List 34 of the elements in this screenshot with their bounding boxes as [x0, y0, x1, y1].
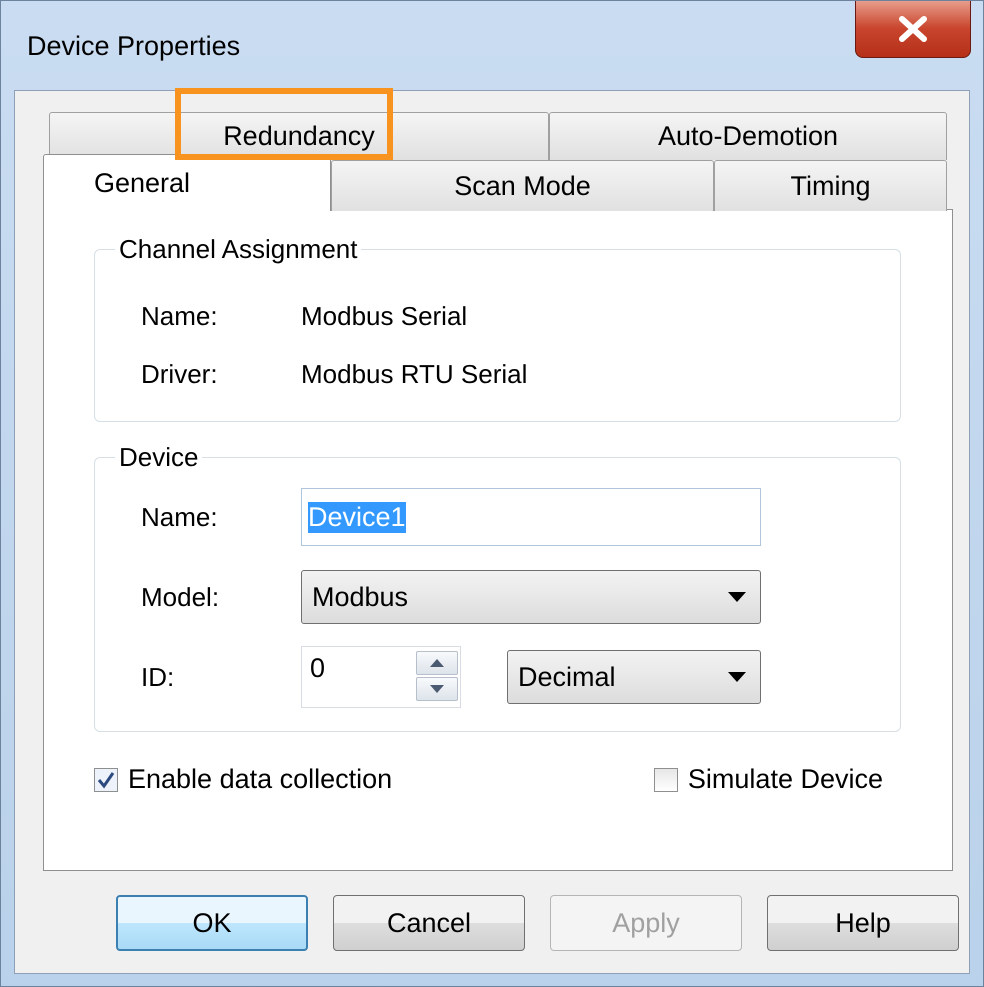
- field-label: Name:: [141, 502, 219, 532]
- dialog-button[interactable]: Help: [767, 895, 959, 951]
- spin-down-button[interactable]: [416, 677, 458, 701]
- group-title: Channel Assignment: [118, 234, 358, 265]
- dialog-button[interactable]: Cancel: [333, 895, 525, 951]
- field-label: ID:: [141, 662, 176, 692]
- close-button[interactable]: [855, 1, 971, 58]
- checkbox-option[interactable]: Simulate Device: [654, 764, 883, 795]
- field-label: Name:: [141, 300, 219, 332]
- field-label: Driver:: [141, 358, 219, 390]
- checkbox[interactable]: [94, 768, 118, 792]
- dropdown-arrow-icon: [728, 672, 746, 682]
- spin-up-button[interactable]: [416, 651, 458, 675]
- field-value: Modbus Serial: [301, 300, 468, 332]
- checkbox[interactable]: [654, 768, 678, 792]
- dropdown-arrow-icon: [728, 592, 746, 602]
- format-dropdown[interactable]: Decimal: [507, 650, 761, 704]
- field-value: Modbus RTU Serial: [301, 358, 528, 390]
- up-arrow-icon: [430, 659, 444, 667]
- model-dropdown[interactable]: Modbus: [301, 570, 761, 624]
- checkmark-icon: [97, 770, 115, 788]
- tab[interactable]: Scan Mode: [331, 160, 714, 211]
- down-arrow-icon: [430, 685, 444, 693]
- tab[interactable]: General: [43, 154, 331, 211]
- window-title: Device Properties: [27, 31, 240, 62]
- tab[interactable]: Auto-Demotion: [549, 112, 947, 160]
- tab[interactable]: Timing: [714, 160, 947, 211]
- close-icon: [898, 16, 928, 42]
- field-label: Model:: [141, 582, 220, 612]
- dialog-button[interactable]: OK: [116, 895, 308, 951]
- group-title: Device: [118, 442, 200, 473]
- checkbox-option[interactable]: Enable data collection: [94, 764, 392, 795]
- field-value: Device1: [308, 502, 406, 532]
- id-spinner-field[interactable]: 0: [301, 646, 461, 708]
